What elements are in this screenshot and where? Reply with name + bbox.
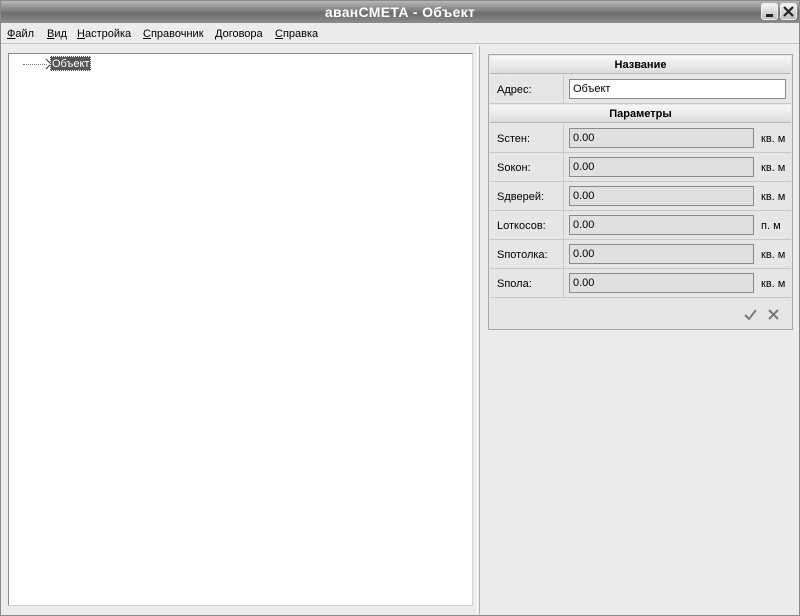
param-row-walls: Sстен: 0.00 кв. м xyxy=(490,124,791,153)
menu-contracts[interactable]: Договора xyxy=(215,28,263,40)
param-field-walls[interactable]: 0.00 xyxy=(569,128,754,148)
row-divider xyxy=(563,240,564,268)
address-field[interactable]: Объект xyxy=(569,79,786,99)
panel-splitter[interactable] xyxy=(477,46,480,614)
param-field-slopes[interactable]: 0.00 xyxy=(569,215,754,235)
param-label-slopes: Lоткосов: xyxy=(497,220,546,232)
menu-help[interactable]: Справка xyxy=(275,28,318,40)
menu-view[interactable]: Вид xyxy=(47,28,67,40)
param-unit-ceiling: кв. м xyxy=(761,249,786,261)
param-unit-walls: кв. м xyxy=(761,133,786,145)
param-field-ceiling[interactable]: 0.00 xyxy=(569,244,754,264)
row-divider xyxy=(563,269,564,297)
param-row-slopes: Lоткосов: 0.00 п. м xyxy=(490,211,791,240)
menu-reference-accel: С xyxy=(143,28,151,40)
properties-panel: Название Адрес: Объект Параметры Sстен: … xyxy=(488,54,793,330)
name-section-header: Название xyxy=(490,56,791,74)
param-label-walls: Sстен: xyxy=(497,133,530,145)
address-row: Адрес: Объект xyxy=(490,75,791,104)
row-divider xyxy=(563,182,564,210)
param-field-windows[interactable]: 0.00 xyxy=(569,157,754,177)
row-divider xyxy=(563,124,564,152)
param-unit-doors: кв. м xyxy=(761,191,786,203)
param-unit-slopes: п. м xyxy=(761,220,781,232)
menu-reference[interactable]: Справочник xyxy=(143,28,204,40)
properties-toolbar xyxy=(490,300,791,329)
app-window: аванСМЕТА - Объект Файл Вид Настройка Сп… xyxy=(0,0,800,616)
menu-help-label: правка xyxy=(282,28,319,40)
param-label-floor: Sпола: xyxy=(497,278,532,290)
params-section-header: Параметры xyxy=(490,105,791,123)
close-icon[interactable] xyxy=(768,309,779,320)
object-tree[interactable]: Объект xyxy=(8,53,473,606)
param-row-ceiling: Sпотолка: 0.00 кв. м xyxy=(490,240,791,269)
param-label-windows: Sокон: xyxy=(497,162,531,174)
menu-settings-accel: Н xyxy=(77,28,85,40)
menu-help-accel: С xyxy=(275,28,283,40)
tree-node-object[interactable]: Объект xyxy=(50,56,92,71)
close-icon xyxy=(783,6,794,17)
title-bar[interactable]: аванСМЕТА - Объект xyxy=(1,1,799,23)
param-row-doors: Sдверей: 0.00 кв. м xyxy=(490,182,791,211)
row-divider xyxy=(563,211,564,239)
param-row-floor: Sпола: 0.00 кв. м xyxy=(490,269,791,298)
menu-bar: Файл Вид Настройка Справочник Договора С… xyxy=(1,24,799,44)
param-field-doors[interactable]: 0.00 xyxy=(569,186,754,206)
param-field-floor[interactable]: 0.00 xyxy=(569,273,754,293)
row-divider xyxy=(563,153,564,181)
param-unit-floor: кв. м xyxy=(761,278,786,290)
param-label-ceiling: Sпотолка: xyxy=(497,249,548,261)
minimize-button[interactable] xyxy=(761,3,778,20)
row-divider xyxy=(563,75,564,103)
check-icon[interactable] xyxy=(744,309,757,320)
param-unit-windows: кв. м xyxy=(761,162,786,174)
menu-settings-label: астройка xyxy=(84,28,132,40)
menu-file[interactable]: Файл xyxy=(7,28,34,40)
menu-reference-label: правочник xyxy=(150,28,204,40)
menu-settings[interactable]: Настройка xyxy=(77,28,131,40)
menu-file-label: айл xyxy=(15,28,35,40)
param-label-doors: Sдверей: xyxy=(497,191,545,203)
menu-contracts-accel: Д xyxy=(215,28,223,40)
tree-connector-line xyxy=(23,64,47,65)
param-row-windows: Sокон: 0.00 кв. м xyxy=(490,153,791,182)
menu-contracts-label: оговора xyxy=(222,28,263,40)
window-title: аванСМЕТА - Объект xyxy=(324,4,476,20)
close-button[interactable] xyxy=(780,3,797,20)
address-label: Адрес: xyxy=(497,84,532,96)
menu-view-label: ид xyxy=(54,28,67,40)
